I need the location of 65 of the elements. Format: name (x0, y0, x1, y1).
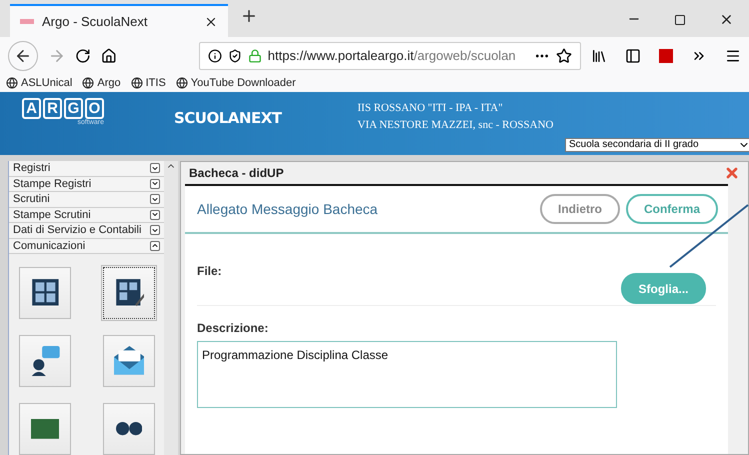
description-field[interactable]: Programmazione Disciplina Classe (197, 341, 617, 408)
board-edit-icon (114, 278, 144, 308)
toggle-icon[interactable] (150, 194, 160, 204)
toggle-icon[interactable] (150, 178, 160, 189)
bookmark-link[interactable]: ITIS (146, 77, 166, 89)
school-type-select[interactable]: Scuola secondaria di II grado (565, 138, 749, 152)
globe-icon (6, 77, 18, 89)
toggle-icon[interactable] (150, 240, 160, 251)
menu-tile[interactable] (19, 335, 71, 387)
reload-icon[interactable] (75, 48, 92, 64)
menu-tile[interactable] (103, 403, 155, 455)
logo-letter: G (64, 98, 83, 119)
menu-tile[interactable] (19, 403, 71, 455)
logo-letter: R (43, 98, 62, 119)
sidebar-section[interactable]: Comunicazioni (9, 238, 164, 254)
back-button[interactable]: Indietro (540, 194, 620, 224)
url-text: https://www.portaleargo.it/argoweb/scuolan (268, 48, 517, 63)
sidebar-section[interactable]: Stampe Registri (9, 176, 164, 192)
menu-tile[interactable] (103, 267, 155, 319)
lock-icon (248, 48, 262, 62)
menu-tile[interactable] (19, 267, 71, 319)
menu-icon[interactable] (725, 48, 741, 64)
globe-icon (176, 77, 188, 89)
sidebar-section[interactable]: Stampe Scrutini (9, 208, 164, 223)
people-icon (116, 422, 142, 436)
product-name: SCUOLANEXT (174, 109, 282, 127)
select-value: Scuola secondaria di II grado (569, 139, 699, 151)
school-name: IIS ROSSANO "ITI - IPA - ITA" (358, 102, 504, 114)
sidebar-section[interactable]: Scrutini (9, 192, 164, 208)
logo-letter: A (22, 98, 41, 119)
home-icon[interactable] (101, 48, 117, 64)
school-address: VIA NESTORE MAZZEI, snc - ROSSANO (358, 119, 554, 131)
sidebar-section[interactable]: Registri (9, 161, 164, 176)
form-heading: Allegato Messaggio Bacheca (197, 201, 379, 217)
sidebar-icon[interactable] (625, 48, 641, 64)
bookmark-link[interactable]: ASLUnical (21, 77, 72, 89)
maximize-icon[interactable] (674, 14, 686, 26)
toggle-icon[interactable] (150, 210, 160, 220)
shield-icon (228, 48, 242, 62)
back-button[interactable] (8, 40, 38, 70)
chat-icon (30, 346, 60, 376)
toggle-icon[interactable] (150, 163, 160, 174)
browser-tab[interactable]: Argo - ScuolaNext (10, 4, 228, 37)
new-tab-icon[interactable] (240, 7, 258, 25)
bookmark-link[interactable]: YouTube Downloader (190, 77, 296, 89)
site-icon (20, 19, 34, 24)
address-bar[interactable]: https://www.portaleargo.it/argoweb/scuolan (198, 42, 581, 70)
description-label: Descrizione: (197, 321, 270, 335)
panel-title: Bacheca - didUP (189, 166, 284, 180)
globe-icon (130, 77, 143, 89)
library-icon[interactable] (591, 48, 607, 64)
star-icon[interactable] (556, 48, 572, 64)
file-label: File: (197, 264, 223, 278)
slate-icon (30, 419, 60, 439)
info-icon (208, 48, 222, 62)
menu-tile[interactable] (103, 335, 155, 387)
sidebar-section[interactable]: Dati di Servizio e Contabili (9, 223, 164, 238)
board-icon (30, 278, 60, 308)
bookmark-link[interactable]: Argo (97, 77, 121, 89)
mail-icon (114, 346, 144, 376)
globe-icon (82, 77, 94, 89)
logo-letter: O (85, 98, 104, 119)
tab-title: Argo - ScuolaNext (42, 14, 148, 29)
extension-icon[interactable] (659, 48, 673, 62)
toggle-icon[interactable] (150, 225, 160, 236)
